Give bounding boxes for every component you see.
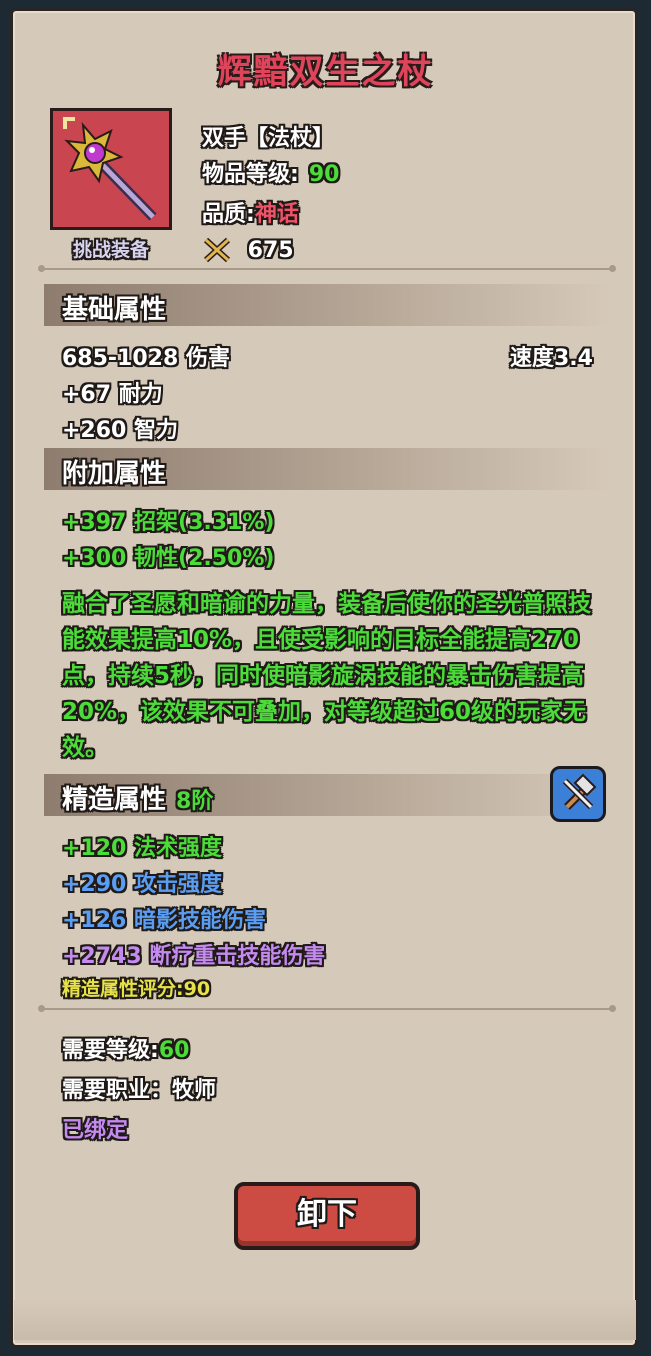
weapon-damage: 685-1028 伤害: [62, 346, 230, 371]
hammer-icon: [553, 773, 603, 823]
item-slot: 双手【法杖】: [202, 126, 335, 151]
bound-status: 已绑定: [62, 1118, 129, 1143]
required-class: 需要职业：牧师: [62, 1078, 217, 1103]
staff-icon: [50, 108, 172, 230]
item-score: 675: [202, 236, 294, 264]
panel-bottom-edge: [14, 1300, 636, 1340]
item-effect-description: 融合了圣愿和暗谕的力量，装备后使你的圣光普照技能效果提高10%，且使受影响的目标…: [62, 591, 591, 761]
extra-stat-parry: +397 招架(3.31%): [62, 510, 275, 535]
extra-stats-title: 附加属性: [62, 459, 167, 489]
item-level: 物品等级: 90: [202, 162, 340, 187]
divider: [38, 265, 616, 272]
forge-score: 精造属性评分:90: [62, 978, 211, 1000]
item-name: 辉黯双生之杖: [217, 52, 434, 92]
item-quality: 品质:神话: [202, 202, 299, 227]
challenge-equipment-tag: 挑战装备: [72, 239, 149, 261]
forge-button[interactable]: [550, 766, 606, 822]
base-stat-stamina: +67 耐力: [62, 382, 163, 407]
forge-stat-skill-damage: +2743 断疗重击技能伤害: [62, 944, 326, 969]
base-stat-intellect: +260 智力: [62, 418, 179, 443]
crossed-swords-icon: [202, 236, 232, 264]
forge-stat-shadow-damage: +126 暗影技能伤害: [62, 908, 267, 933]
forge-stat-attack-power: +290 攻击强度: [62, 872, 223, 897]
unequip-button[interactable]: 卸下: [234, 1182, 420, 1250]
weapon-speed: 速度3.4: [510, 346, 593, 371]
extra-stat-resilience: +300 韧性(2.50%): [62, 546, 275, 571]
base-stats-title: 基础属性: [62, 295, 167, 325]
forge-stats-title: 精造属性 8阶: [62, 785, 214, 815]
divider: [38, 1005, 616, 1012]
required-level: 需要等级:60: [62, 1038, 190, 1063]
forge-stat-spell-power: +120 法术强度: [62, 836, 223, 861]
